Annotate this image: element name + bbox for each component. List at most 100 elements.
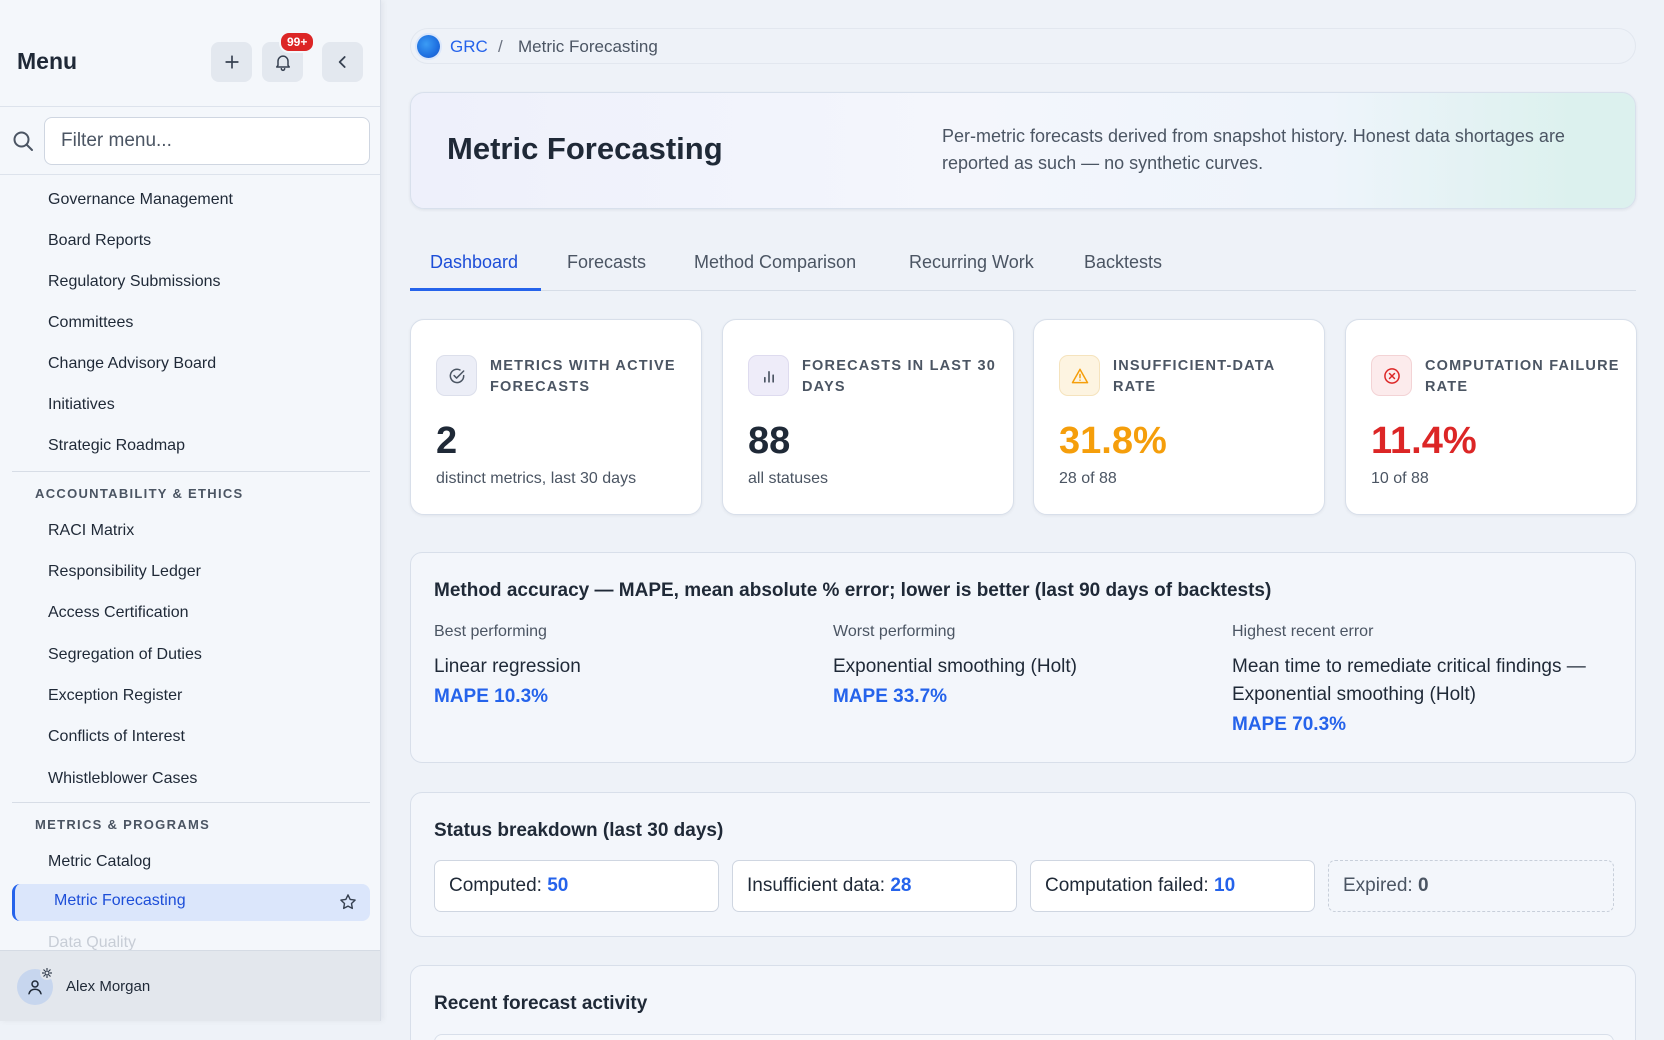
accuracy-mape: MAPE 10.3% xyxy=(434,686,549,707)
notification-badge: 99+ xyxy=(279,31,316,53)
kpi-subtext: 10 of 88 xyxy=(1371,470,1429,487)
sidebar-item[interactable]: Strategic Roadmap xyxy=(48,435,185,457)
sidebar-item[interactable]: Responsibility Ledger xyxy=(48,561,201,583)
highest-recent-error: Highest recent error Mean time to remedi… xyxy=(1232,623,1612,736)
sidebar: Menu 99+ Governance Management Board Rep… xyxy=(0,0,381,1021)
search-icon xyxy=(13,131,33,151)
sidebar-item[interactable]: Conflicts of Interest xyxy=(48,726,185,748)
status-computed: Computed: 50 xyxy=(434,860,719,912)
sidebar-item[interactable]: Segregation of Duties xyxy=(48,644,202,666)
section-heading-accountability: ACCOUNTABILITY & ETHICS xyxy=(35,486,244,501)
kpi-value: 88 xyxy=(748,420,791,462)
filter-menu-input[interactable] xyxy=(44,117,370,165)
status-computation-failed: Computation failed: 10 xyxy=(1030,860,1315,912)
breadcrumb: GRC / Metric Forecasting xyxy=(410,28,1636,64)
sidebar-item[interactable]: Data Quality xyxy=(48,934,136,950)
star-icon[interactable] xyxy=(338,892,358,912)
kpi-label: Metrics with active forecasts xyxy=(490,358,676,395)
user-footer[interactable]: Alex Morgan xyxy=(0,950,380,1021)
sidebar-item[interactable]: Committees xyxy=(48,312,133,334)
kpi-subtext: all statuses xyxy=(748,470,829,487)
kpi-subtext: distinct metrics, last 30 days xyxy=(436,470,637,487)
sidebar-item[interactable]: Exception Register xyxy=(48,685,182,707)
kpi-subtext: 28 of 88 xyxy=(1059,470,1117,487)
status-label: Expired: xyxy=(1343,875,1413,896)
page-title: Metric Forecasting xyxy=(447,131,723,166)
user-name: Alex Morgan xyxy=(66,978,151,995)
sidebar-item[interactable]: Access Certification xyxy=(48,602,189,624)
active-tab-indicator xyxy=(410,288,541,291)
sidebar-item[interactable]: RACI Matrix xyxy=(48,520,134,542)
gear-icon xyxy=(40,966,54,980)
sidebar-nav: Governance Management Board Reports Regu… xyxy=(0,176,380,950)
accuracy-method: Exponential smoothing (Holt) xyxy=(833,656,1077,677)
check-circle-icon xyxy=(436,355,477,396)
plus-icon xyxy=(224,55,239,69)
breadcrumb-root-link[interactable]: GRC xyxy=(450,37,488,57)
method-accuracy-panel: Method accuracy — MAPE, mean absolute % … xyxy=(410,552,1636,763)
user-icon xyxy=(28,980,42,995)
tab-forecasts[interactable]: Forecasts xyxy=(567,252,646,273)
kpi-label: Forecasts in last 30 days xyxy=(802,358,996,395)
sidebar-item-label: Metric Forecasting xyxy=(54,892,186,909)
tab-recurring-work[interactable]: Recurring Work xyxy=(909,252,1034,273)
warning-triangle-icon xyxy=(1059,355,1100,396)
status-label: Insufficient data: xyxy=(747,875,886,896)
status-count: 50 xyxy=(547,875,569,896)
sidebar-item[interactable]: Change Advisory Board xyxy=(48,353,216,375)
status-count: 10 xyxy=(1214,875,1236,896)
recent-activity-panel: Recent forecast activity xyxy=(410,965,1636,1040)
sidebar-item-active[interactable]: Metric Forecasting xyxy=(12,884,370,921)
sidebar-item[interactable]: Board Reports xyxy=(48,230,151,252)
panel-title: Recent forecast activity xyxy=(434,993,648,1014)
accuracy-caption: Best performing xyxy=(434,623,547,640)
tab-bar: Dashboard Forecasts Method Comparison Re… xyxy=(410,240,1636,291)
kpi-label: Computation failure rate xyxy=(1425,358,1620,395)
kpi-value: 2 xyxy=(436,420,458,462)
tab-backtests[interactable]: Backtests xyxy=(1084,252,1162,273)
bar-chart-icon xyxy=(748,355,789,396)
best-performing: Best performing Linear regression MAPE 1… xyxy=(434,623,814,708)
accuracy-method: Mean time to remediate critical findings… xyxy=(1232,656,1586,705)
kpi-card-forecasts-30d: Forecasts in last 30 days 88 all statuse… xyxy=(722,319,1014,515)
kpi-card-active-forecasts: Metrics with active forecasts 2 distinct… xyxy=(410,319,702,515)
collapse-sidebar-button[interactable] xyxy=(322,42,363,82)
kpi-value: 11.4% xyxy=(1371,420,1477,462)
sidebar-divider xyxy=(12,802,370,803)
breadcrumb-separator: / xyxy=(498,37,503,56)
x-circle-icon xyxy=(1371,355,1412,396)
tab-dashboard[interactable]: Dashboard xyxy=(430,252,518,273)
status-count: 0 xyxy=(1417,875,1429,896)
page-header: Metric Forecasting Per-metric forecasts … xyxy=(410,92,1636,209)
sidebar-item[interactable]: Metric Catalog xyxy=(48,851,151,873)
kpi-label: Insufficient-data rate xyxy=(1113,358,1275,395)
accuracy-mape: MAPE 33.7% xyxy=(833,686,948,707)
accuracy-mape: MAPE 70.3% xyxy=(1232,714,1347,735)
status-breakdown-panel: Status breakdown (last 30 days) Computed… xyxy=(410,792,1636,937)
sidebar-title: Menu xyxy=(17,48,78,74)
add-button[interactable] xyxy=(211,42,252,82)
breadcrumb-current: Metric Forecasting xyxy=(518,37,658,56)
sidebar-item[interactable]: Initiatives xyxy=(48,394,115,416)
status-label: Computation failed: xyxy=(1045,875,1209,896)
worst-performing: Worst performing Exponential smoothing (… xyxy=(833,623,1213,708)
accuracy-method: Linear regression xyxy=(434,656,581,677)
accuracy-caption: Highest recent error xyxy=(1232,623,1374,640)
sidebar-divider xyxy=(12,471,370,472)
section-heading-metrics: METRICS & PROGRAMS xyxy=(35,817,211,832)
tab-method-comparison[interactable]: Method Comparison xyxy=(694,252,856,273)
status-insufficient-data: Insufficient data: 28 xyxy=(732,860,1017,912)
sidebar-item[interactable]: Regulatory Submissions xyxy=(48,271,221,293)
panel-title: Method accuracy — MAPE, mean absolute % … xyxy=(434,580,1272,601)
sidebar-item[interactable]: Whistleblower Cases xyxy=(48,768,197,790)
kpi-value: 31.8% xyxy=(1059,420,1167,462)
chevron-left-icon xyxy=(338,56,346,68)
page-description: Per-metric forecasts derived from snapsh… xyxy=(942,126,1565,173)
app-logo-icon xyxy=(417,35,440,58)
sidebar-header: Menu 99+ xyxy=(0,0,380,107)
panel-title: Status breakdown (last 30 days) xyxy=(434,820,724,841)
accuracy-caption: Worst performing xyxy=(833,623,956,640)
sidebar-item[interactable]: Governance Management xyxy=(48,189,233,211)
bell-icon xyxy=(275,55,290,72)
status-label: Computed: xyxy=(449,875,542,896)
